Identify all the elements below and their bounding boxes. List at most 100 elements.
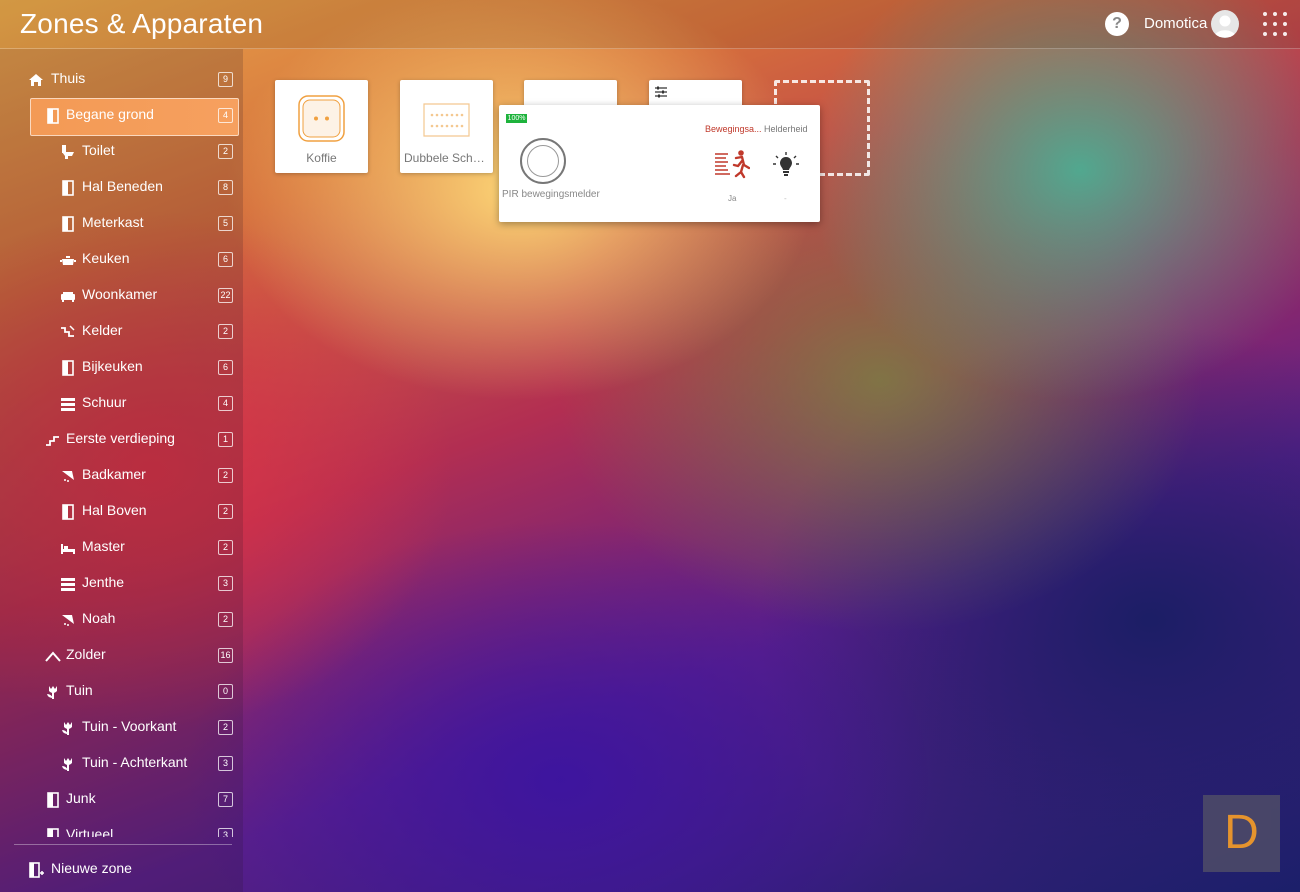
toilet-icon — [62, 145, 74, 159]
zone-count-badge: 7 — [218, 792, 233, 807]
sidebar-item-label: Noah — [82, 610, 116, 626]
sidebar-item-master[interactable]: Master 2 — [0, 530, 243, 564]
sidebar-item-label: Bijkeuken — [82, 358, 143, 374]
sidebar-item-zolder[interactable]: Zolder 16 — [0, 638, 243, 672]
sidebar-item-badkamer[interactable]: Badkamer 2 — [0, 458, 243, 492]
sidebar-item-label: Master — [82, 538, 125, 554]
add-door-icon — [29, 862, 44, 878]
popup-device-name: PIR bewegingsmelder — [502, 189, 600, 200]
zone-count-badge: 2 — [218, 144, 233, 159]
sidebar-item-meterkast[interactable]: Meterkast 5 — [0, 206, 243, 240]
battery-badge: 100% — [506, 114, 527, 123]
zone-count-badge: 3 — [218, 576, 233, 591]
zone-count-badge: 9 — [218, 72, 233, 87]
sidebar-item-label: Hal Boven — [82, 502, 147, 518]
zone-count-badge: 8 — [218, 180, 233, 195]
sidebar-item-label: Thuis — [51, 70, 86, 86]
sidebar-item-bijkeuken[interactable]: Bijkeuken 6 — [0, 350, 243, 384]
stairs-up-icon — [46, 436, 59, 446]
sidebar-item-label: Toilet — [82, 142, 115, 158]
door-icon — [62, 360, 74, 376]
top-bar: Zones & Apparaten ? Domotica — [0, 0, 1300, 49]
door-icon — [62, 180, 74, 196]
sidebar-item-tuin-voorkant[interactable]: Tuin - Voorkant 2 — [0, 710, 243, 744]
sofa-icon — [61, 292, 75, 302]
device-tile-koffie[interactable]: Koffie — [275, 80, 368, 173]
sidebar-item-hal-boven[interactable]: Hal Boven 2 — [0, 494, 243, 528]
home-icon — [29, 74, 43, 86]
zone-count-badge: 0 — [218, 684, 233, 699]
new-zone-button[interactable]: Nieuwe zone — [0, 852, 243, 886]
device-tile-dubbele-schakelaar[interactable]: Dubbele Schakelaar — [400, 80, 493, 173]
sidebar-item-thuis[interactable]: Thuis 9 — [0, 62, 243, 96]
door-icon — [62, 216, 74, 232]
shelves-icon — [61, 578, 75, 591]
zone-count-badge: 5 — [218, 216, 233, 231]
zone-count-badge: 6 — [218, 252, 233, 267]
user-icon — [1214, 15, 1236, 37]
door-icon — [47, 108, 59, 124]
shower-icon — [62, 471, 74, 482]
tulip-icon — [62, 758, 72, 771]
tulip-icon — [47, 686, 57, 699]
sidebar-item-label: Schuur — [82, 394, 127, 410]
pir-sensor-icon — [520, 138, 566, 184]
zone-count-badge: 4 — [218, 108, 233, 123]
sidebar-item-toilet[interactable]: Toilet 2 — [0, 134, 243, 168]
sidebar-item-label: Begane grond — [66, 106, 154, 122]
zone-count-badge: 2 — [218, 612, 233, 627]
sidebar: Thuis 9 Begane grond 4 Toilet 2 Hal Bene… — [0, 49, 243, 892]
sidebar-item-tuin-achterkant[interactable]: Tuin - Achterkant 3 — [0, 746, 243, 780]
sidebar-item-label: Junk — [66, 790, 96, 806]
apps-grid-icon[interactable] — [1263, 12, 1287, 36]
socket-icon — [298, 95, 345, 142]
door-icon — [47, 828, 59, 837]
sidebar-item-keuken[interactable]: Keuken 6 — [0, 242, 243, 276]
sidebar-item-label: Meterkast — [82, 214, 144, 230]
sidebar-item-virtueel[interactable]: Virtueel 3 — [0, 818, 243, 837]
sidebar-item-begane-grond[interactable]: Begane grond 4 — [0, 98, 243, 136]
sidebar-item-label: Tuin - Achterkant — [82, 754, 188, 770]
sidebar-item-eerste-verdieping[interactable]: Eerste verdieping 1 — [0, 422, 243, 456]
user-name[interactable]: Domotica — [1144, 15, 1207, 32]
device-popup[interactable]: 100% PIR bewegingsmelder Bewegingsa... H… — [499, 105, 820, 222]
sidebar-item-tuin[interactable]: Tuin 0 — [0, 674, 243, 708]
pot-icon — [60, 256, 76, 265]
sidebar-item-junk[interactable]: Junk 7 — [0, 782, 243, 816]
sidebar-item-noah[interactable]: Noah 2 — [0, 602, 243, 636]
settings-sliders-icon[interactable] — [654, 86, 668, 98]
sidebar-item-kelder[interactable]: Kelder 2 — [0, 314, 243, 348]
brightness-value: - — [784, 194, 787, 203]
zone-count-badge: 2 — [218, 504, 233, 519]
zone-count-badge: 3 — [218, 756, 233, 771]
brand-logo: D — [1203, 795, 1280, 872]
sidebar-item-woonkamer[interactable]: Woonkamer 22 — [0, 278, 243, 312]
shower-icon — [62, 615, 74, 626]
brightness-capability-label: Helderheid — [764, 124, 808, 134]
sidebar-item-label: Tuin — [66, 682, 93, 698]
zone-list[interactable]: Thuis 9 Begane grond 4 Toilet 2 Hal Bene… — [0, 62, 243, 837]
zone-count-badge: 16 — [218, 648, 233, 663]
sidebar-item-hal-beneden[interactable]: Hal Beneden 8 — [0, 170, 243, 204]
sidebar-item-label: Eerste verdieping — [66, 430, 175, 446]
sidebar-item-label: Zolder — [66, 646, 106, 662]
sidebar-item-label: Virtueel — [66, 826, 114, 837]
motion-alarm-icon[interactable] — [714, 149, 750, 179]
page-title: Zones & Apparaten — [20, 8, 264, 39]
double-switch-icon — [423, 103, 470, 137]
sidebar-item-schuur[interactable]: Schuur 4 — [0, 386, 243, 420]
help-icon[interactable]: ? — [1105, 12, 1129, 36]
zone-count-badge: 22 — [218, 288, 233, 303]
sidebar-item-label: Badkamer — [82, 466, 146, 482]
motion-capability-label: Bewegingsa... — [705, 124, 762, 134]
sidebar-item-label: Hal Beneden — [82, 178, 163, 194]
avatar[interactable] — [1211, 10, 1239, 38]
device-name: Dubbele Schakelaar — [404, 151, 489, 165]
device-name: Koffie — [306, 151, 337, 165]
door-icon — [62, 504, 74, 520]
zone-count-badge: 2 — [218, 720, 233, 735]
light-bulb-icon[interactable] — [773, 151, 799, 179]
sidebar-item-jenthe[interactable]: Jenthe 3 — [0, 566, 243, 600]
zone-count-badge: 4 — [218, 396, 233, 411]
roof-icon — [45, 651, 61, 662]
